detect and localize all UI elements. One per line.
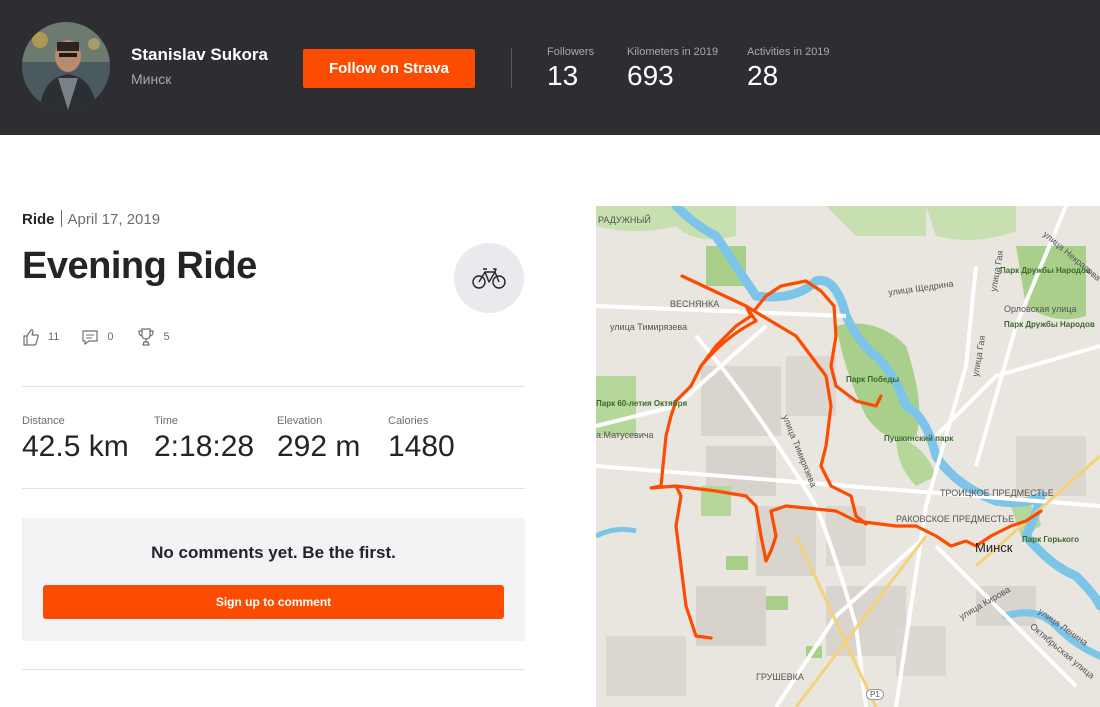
divider	[22, 488, 525, 489]
map-canvas	[596, 206, 1100, 707]
bicycle-icon	[472, 268, 506, 289]
comments-button[interactable]: 0	[81, 328, 114, 346]
sport-badge	[454, 243, 524, 313]
map-label: ТРОИЦКОЕ ПРЕДМЕСТЬЕ	[940, 488, 1054, 498]
activities-stat: Activities in 2019 28	[747, 46, 830, 92]
athlete-header: Stanislav Sukora Минск Follow on Strava …	[0, 0, 1100, 135]
activity-breadcrumb: Ride April 17, 2019	[22, 210, 160, 228]
map-label: Парк Горького	[1022, 535, 1080, 544]
calories-value: 1480	[388, 430, 455, 463]
map-label: Парк 60-летия Октября	[596, 399, 688, 408]
divider	[22, 669, 525, 670]
achievements-count: 5	[163, 331, 170, 343]
elevation-label: Elevation	[277, 415, 323, 427]
thumbs-up-icon	[23, 329, 39, 346]
time-stat: Time 2:18:28	[154, 415, 254, 464]
comments-panel: No comments yet. Be the first. Sign up t…	[22, 518, 525, 641]
kudos-count: 11	[48, 331, 60, 343]
activities-label: Activities in 2019	[747, 46, 830, 58]
athlete-name[interactable]: Stanislav Sukora	[131, 45, 268, 65]
map-label: Минск	[975, 540, 1013, 555]
calories-stat: Calories 1480	[388, 415, 455, 464]
social-stats-row: 11 0 5	[22, 327, 192, 347]
elevation-stat: Elevation 292 m	[277, 415, 360, 464]
distance-stat: Distance 42.5 km	[22, 415, 129, 464]
comments-count: 0	[107, 331, 114, 343]
breadcrumb-divider	[60, 210, 62, 227]
kudos-button[interactable]: 11	[22, 328, 59, 346]
time-value: 2:18:28	[154, 430, 255, 463]
calories-label: Calories	[388, 415, 429, 427]
athlete-location: Минск	[131, 71, 172, 87]
kilometers-stat: Kilometers in 2019 693	[627, 46, 718, 92]
distance-value: 42.5 km	[22, 430, 129, 463]
distance-label: Distance	[22, 415, 65, 427]
comment-icon	[82, 330, 99, 345]
activities-value: 28	[747, 60, 779, 91]
elevation-value: 292 m	[277, 430, 361, 463]
map-label: Пушкинский парк	[884, 434, 954, 443]
divider	[22, 386, 525, 387]
map-label: P1	[866, 689, 884, 700]
map-label: ГРУШЕВКА	[756, 672, 804, 682]
header-divider	[511, 48, 512, 88]
followers-value: 13	[547, 60, 579, 91]
map-label: Парк Победы	[846, 375, 900, 384]
time-label: Time	[154, 415, 179, 427]
kilometers-label: Kilometers in 2019	[627, 46, 719, 58]
activity-type: Ride	[22, 211, 55, 228]
followers-stat: Followers 13	[547, 46, 594, 92]
follow-button[interactable]: Follow on Strava	[303, 49, 475, 88]
map-label: Орловская улица	[1004, 304, 1077, 314]
activity-date: April 17, 2019	[67, 211, 161, 228]
map-label: РАДУЖНЫЙ	[598, 215, 651, 225]
no-comments-text: No comments yet. Be the first.	[151, 543, 396, 562]
map-label: РАКОВСКОЕ ПРЕДМЕСТЬЕ	[896, 514, 1015, 524]
map-label: ВЕСНЯНКА	[670, 299, 720, 309]
achievements-button[interactable]: 5	[136, 327, 170, 347]
map-label: Парк Дружбы Народов	[1000, 266, 1091, 275]
route-map[interactable]: РАДУЖНЫЙ ВЕСНЯНКА улица Тимирязева улица…	[596, 206, 1100, 707]
avatar[interactable]	[22, 22, 110, 110]
map-label: а.Матусевича	[596, 430, 654, 440]
activity-title: Evening Ride	[22, 245, 257, 287]
map-label: улица Тимирязева	[610, 322, 688, 332]
map-label: Парк Дружбы Народов	[1004, 320, 1095, 329]
trophy-icon	[137, 328, 154, 346]
signup-to-comment-button[interactable]: Sign up to comment	[43, 585, 504, 619]
followers-label: Followers	[547, 46, 595, 58]
kilometers-value: 693	[627, 60, 674, 91]
